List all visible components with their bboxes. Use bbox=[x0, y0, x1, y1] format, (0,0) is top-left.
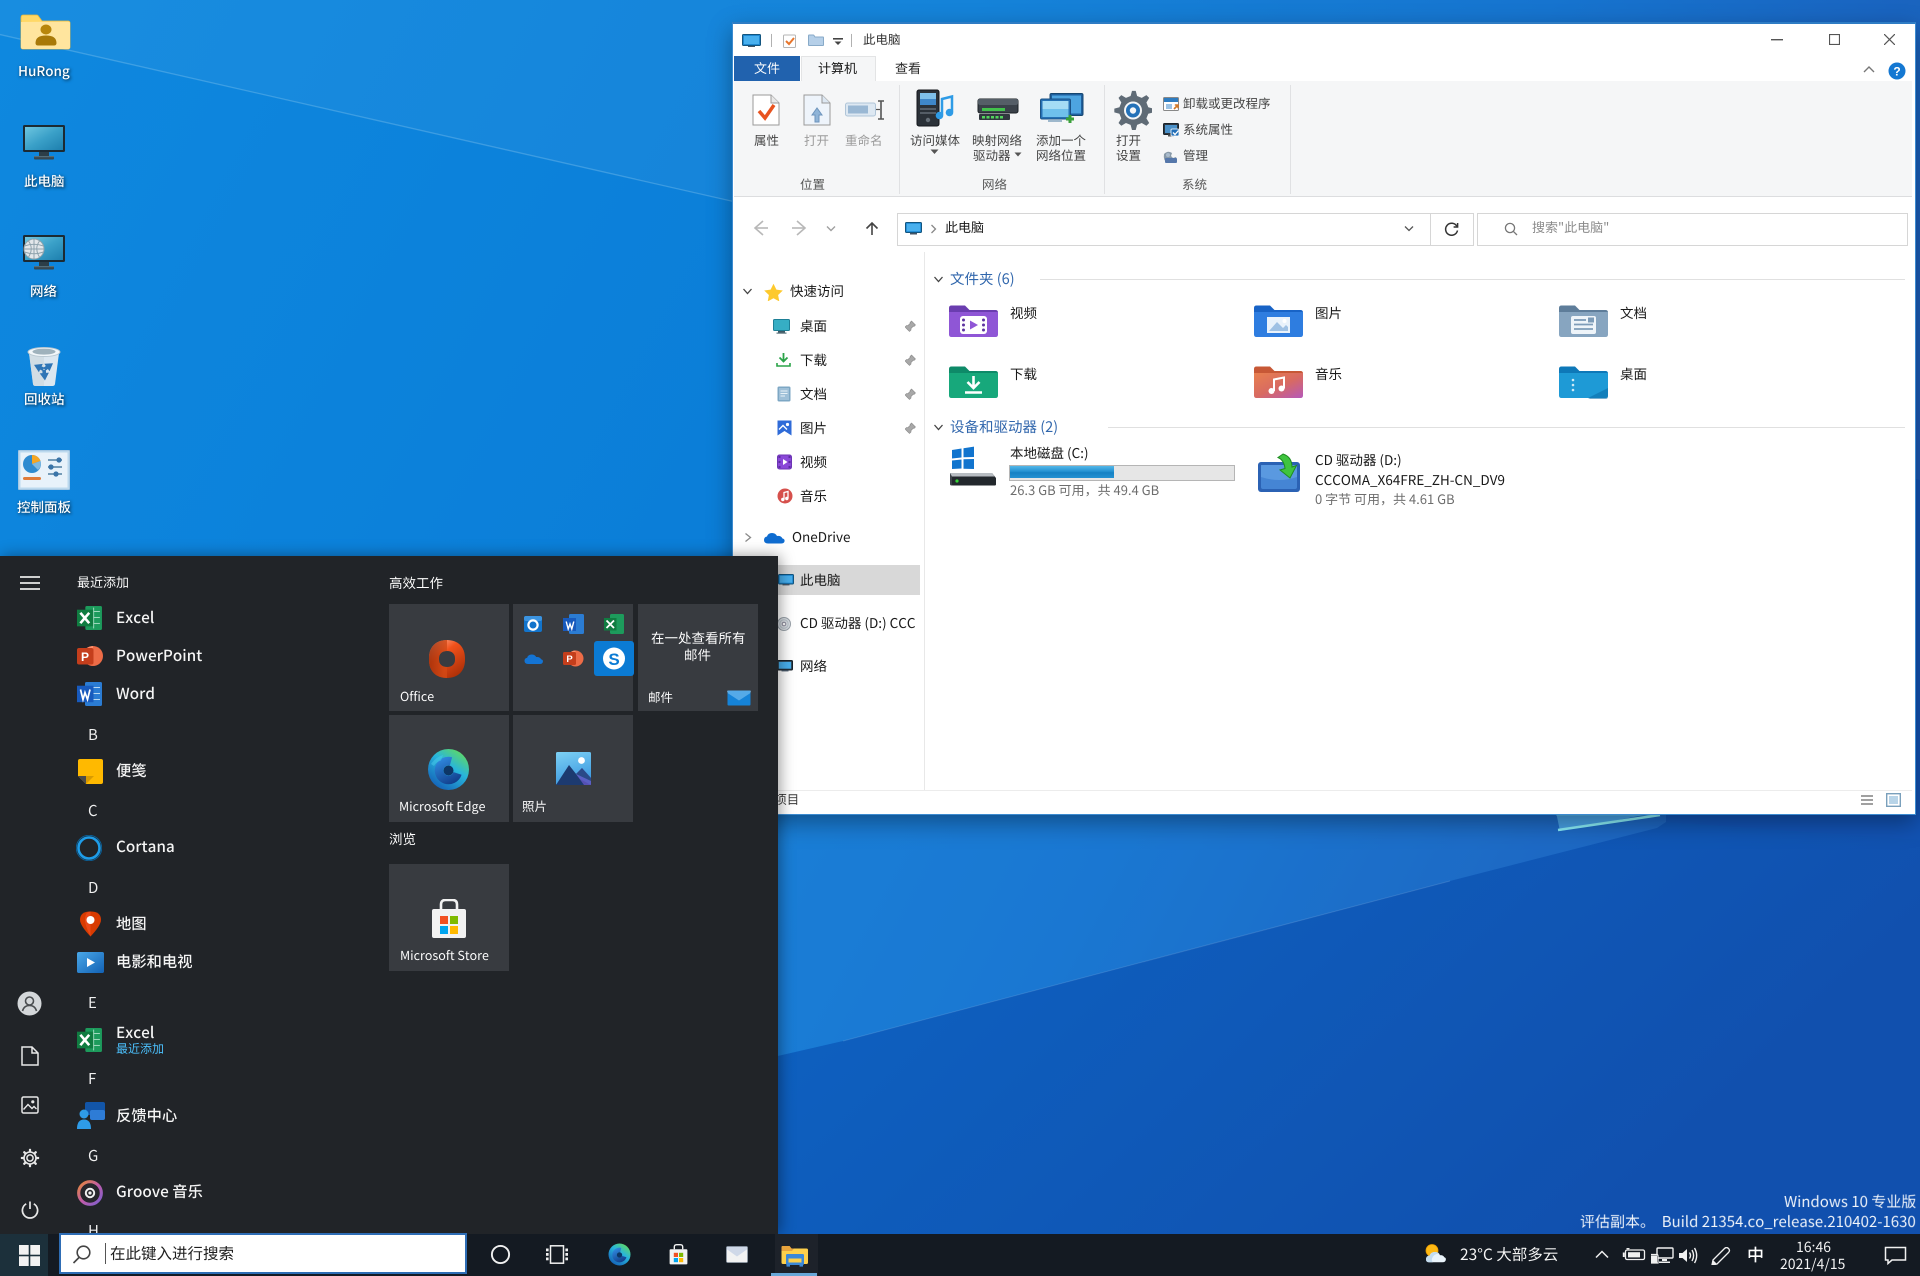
svg-text:P: P bbox=[566, 654, 573, 665]
svg-text:S: S bbox=[608, 650, 619, 669]
svg-text:?: ? bbox=[1893, 65, 1900, 79]
svg-text:P: P bbox=[81, 650, 89, 664]
